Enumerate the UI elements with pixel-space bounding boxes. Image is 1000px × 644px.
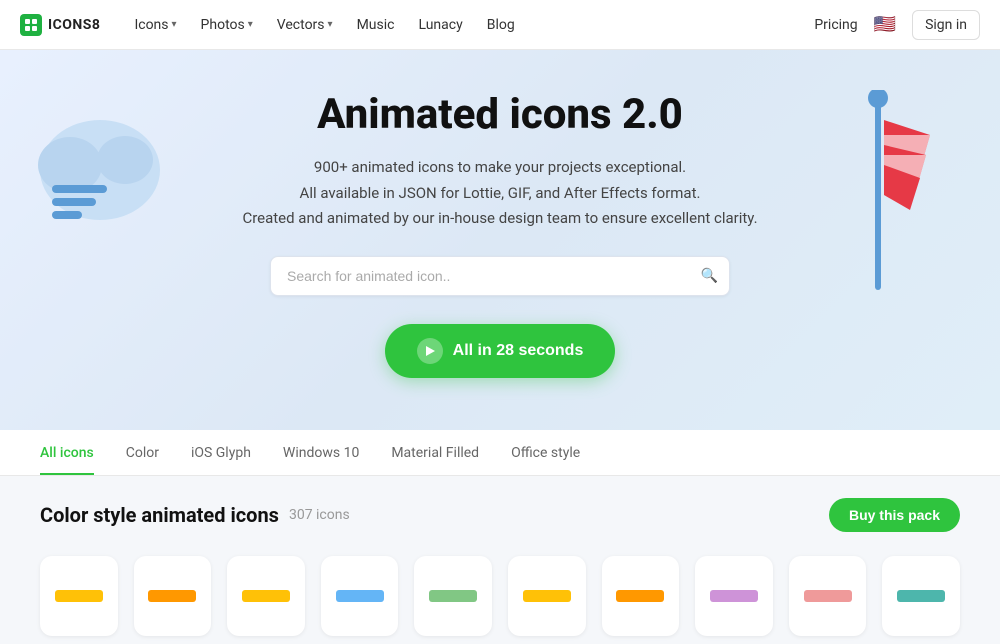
buy-button[interactable]: Buy this pack <box>829 498 960 532</box>
tab-all-icons[interactable]: All icons <box>40 430 94 475</box>
icon-card[interactable] <box>508 556 586 636</box>
nav-right: Pricing 🇺🇸 Sign in <box>814 10 980 40</box>
cta-label: All in 28 seconds <box>453 342 584 360</box>
icon-card[interactable] <box>414 556 492 636</box>
tab-color[interactable]: Color <box>126 430 159 475</box>
chevron-down-icon: ▾ <box>248 19 253 30</box>
icon-card[interactable] <box>321 556 399 636</box>
play-icon <box>417 338 443 364</box>
nav-music[interactable]: Music <box>347 11 405 39</box>
icons-row <box>0 548 1000 644</box>
icon-card[interactable] <box>789 556 867 636</box>
signin-button[interactable]: Sign in <box>912 10 980 40</box>
icon-placeholder <box>429 590 477 602</box>
section-title: Color style animated icons 307 icons <box>40 503 350 527</box>
icon-card[interactable] <box>134 556 212 636</box>
icon-card[interactable] <box>227 556 305 636</box>
icon-card[interactable] <box>882 556 960 636</box>
windsock-decoration <box>820 90 940 310</box>
section-header: Color style animated icons 307 icons Buy… <box>0 476 1000 548</box>
icon-card[interactable] <box>602 556 680 636</box>
nav-lunacy[interactable]: Lunacy <box>408 11 472 39</box>
icon-placeholder <box>804 590 852 602</box>
cta-button[interactable]: All in 28 seconds <box>385 324 616 378</box>
icon-card[interactable] <box>40 556 118 636</box>
tab-office-style[interactable]: Office style <box>511 430 580 475</box>
tabs-bar: All icons Color iOS Glyph Windows 10 Mat… <box>0 430 1000 476</box>
language-flag-icon[interactable]: 🇺🇸 <box>874 14 896 35</box>
icon-card[interactable] <box>695 556 773 636</box>
icon-placeholder <box>336 590 384 602</box>
icon-placeholder <box>523 590 571 602</box>
cloud-decoration <box>30 110 170 230</box>
nav-pricing[interactable]: Pricing <box>814 17 857 33</box>
icon-placeholder <box>710 590 758 602</box>
search-icon: 🔍 <box>701 268 718 284</box>
logo-icon <box>20 14 42 36</box>
nav-icons[interactable]: Icons ▾ <box>124 11 186 39</box>
nav-vectors[interactable]: Vectors ▾ <box>267 11 343 39</box>
tab-material-filled[interactable]: Material Filled <box>391 430 479 475</box>
play-triangle <box>426 346 435 356</box>
search-input[interactable] <box>270 256 730 296</box>
nav-photos[interactable]: Photos ▾ <box>191 11 263 39</box>
chevron-down-icon: ▾ <box>328 19 333 30</box>
navbar: ICONS8 Icons ▾ Photos ▾ Vectors ▾ Music … <box>0 0 1000 50</box>
nav-blog[interactable]: Blog <box>477 11 525 39</box>
section-count: 307 icons <box>289 507 350 523</box>
icon-placeholder <box>148 590 196 602</box>
icon-placeholder <box>897 590 945 602</box>
hero-section: Animated icons 2.0 900+ animated icons t… <box>0 50 1000 430</box>
logo[interactable]: ICONS8 <box>20 14 100 36</box>
nav-links: Icons ▾ Photos ▾ Vectors ▾ Music Lunacy … <box>124 11 524 39</box>
search-container: 🔍 <box>270 256 730 296</box>
logo-text: ICONS8 <box>48 17 100 33</box>
icon-placeholder <box>242 590 290 602</box>
chevron-down-icon: ▾ <box>172 19 177 30</box>
icon-placeholder <box>616 590 664 602</box>
icon-placeholder <box>55 590 103 602</box>
tab-windows10[interactable]: Windows 10 <box>283 430 359 475</box>
tab-ios-glyph[interactable]: iOS Glyph <box>191 430 251 475</box>
